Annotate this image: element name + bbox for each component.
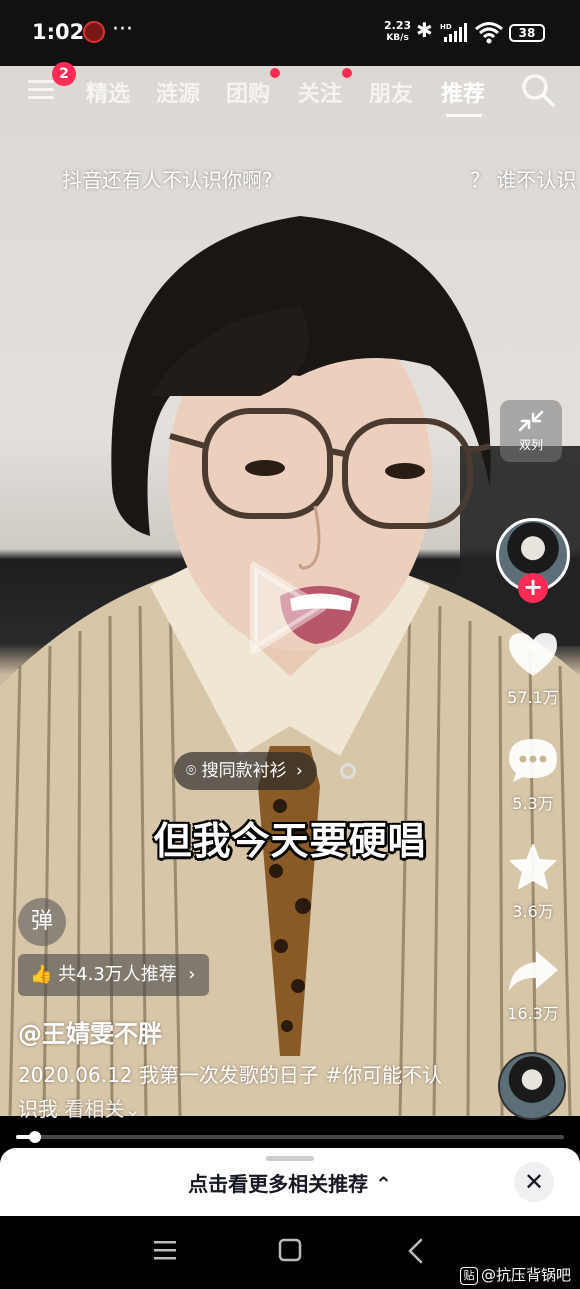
like-count: 57.1万 — [507, 688, 559, 707]
see-related-link[interactable]: 看相关 — [64, 1097, 124, 1121]
recommend-label: 共4.3万人推荐 — [58, 964, 177, 985]
status-more-icon: ··· — [112, 17, 133, 42]
status-time: 1:02 — [32, 20, 85, 44]
thumbs-up-icon: 👍 — [30, 964, 53, 985]
tab-label: 精选 — [86, 82, 131, 107]
share-count: 16.3万 — [507, 1004, 559, 1023]
tab-label: 关注 — [298, 82, 343, 107]
comment-button[interactable]: 5.3万 — [500, 736, 566, 814]
watermark: 贴 @抗压背锅吧 — [460, 1264, 571, 1285]
like-button[interactable]: 57.1万 — [500, 630, 566, 708]
danmaku-button[interactable]: 弹 — [18, 898, 66, 946]
tab-unread-dot — [270, 68, 281, 78]
tab-label: 团购 — [226, 82, 271, 107]
wifi-icon — [475, 22, 503, 44]
tab-jingxuan[interactable]: 精选 — [86, 76, 130, 108]
battery-indicator: 38 — [509, 24, 545, 42]
watermark-text: @抗压背锅吧 — [481, 1266, 572, 1284]
share-button[interactable]: 16.3万 — [500, 948, 566, 1024]
chevron-right-icon: › — [296, 761, 303, 781]
network-rate-unit: KB/s — [386, 33, 409, 43]
share-icon — [509, 951, 558, 991]
comment-icon — [509, 739, 557, 782]
network-rate-value: 2.23 — [384, 19, 412, 32]
tab-lianyuan[interactable]: 涟源 — [156, 76, 200, 108]
chevron-right-icon: › — [182, 964, 196, 985]
follow-plus-button[interactable]: + — [518, 573, 548, 603]
menu-badge: 2 — [52, 62, 76, 86]
tab-unread-dot — [342, 68, 353, 78]
music-disc[interactable] — [498, 1052, 566, 1120]
tab-label: 朋友 — [369, 82, 414, 107]
watermark-badge: 贴 — [460, 1267, 478, 1285]
search-chip-label: 搜同款衬衫 — [201, 761, 287, 781]
lyric-subtitle-left: 抖音还有人不认识你啊? — [62, 168, 273, 192]
menu-icon[interactable] — [28, 80, 54, 102]
heart-icon — [509, 633, 557, 676]
tab-label: 推荐 — [441, 82, 486, 107]
chevron-down-icon: ⌄ — [124, 1097, 142, 1121]
scan-icon: ⌾ — [186, 761, 197, 781]
network-rate: 2.23 KB/s — [384, 20, 411, 44]
close-icon[interactable]: ✕ — [514, 1162, 554, 1202]
search-icon[interactable] — [520, 72, 556, 108]
back-icon[interactable] — [404, 1238, 428, 1264]
progress-knob[interactable] — [29, 1131, 42, 1143]
chip-indicator-dot — [340, 763, 356, 779]
dual-column-label: 双列 — [518, 438, 543, 452]
recommend-pill[interactable]: 👍 共4.3万人推荐 › — [18, 954, 210, 996]
search-same-shirt-chip[interactable]: ⌾ 搜同款衬衫 › — [174, 752, 317, 790]
tab-label: 涟源 — [156, 82, 201, 107]
sheet-prompt-label: 点击看更多相关推荐 — [188, 1172, 369, 1196]
play-icon[interactable] — [248, 560, 328, 656]
lyric-subtitle-right: ？ 谁不认识 — [470, 168, 577, 192]
active-tab-indicator — [446, 114, 482, 117]
related-recommend-sheet[interactable]: 点击看更多相关推荐 ⌃ ✕ — [0, 1148, 580, 1216]
video-caption: 但我今天要硬唱 — [153, 819, 427, 863]
progress-bar[interactable] — [16, 1131, 564, 1143]
video-description: 2020.06.12 我第一次发歌的日子 #你可能不认识我 看相关⌄ — [18, 1058, 458, 1126]
signal-icon: HD — [440, 23, 467, 42]
dual-column-button[interactable]: 双列 — [500, 400, 562, 462]
tab-guanzhu[interactable]: 关注 — [298, 68, 353, 108]
tab-tuangou[interactable]: 团购 — [226, 68, 281, 108]
collapse-icon — [518, 410, 544, 432]
favorite-count: 3.6万 — [512, 902, 554, 921]
svg-text:HD: HD — [440, 23, 452, 31]
recent-apps-icon[interactable] — [152, 1238, 178, 1262]
author-name[interactable]: @王婧雯不胖 — [18, 1014, 162, 1049]
tab-pengyou[interactable]: 朋友 — [369, 76, 413, 108]
bluetooth-icon: ✱ — [416, 18, 433, 42]
tab-tuijian[interactable]: 推荐 — [441, 76, 485, 108]
chevron-up-icon: ⌃ — [375, 1172, 392, 1196]
sheet-prompt[interactable]: 点击看更多相关推荐 ⌃ — [0, 1168, 580, 1197]
home-icon[interactable] — [278, 1238, 302, 1262]
sheet-handle[interactable] — [266, 1156, 314, 1161]
notification-app-icon — [83, 21, 105, 43]
status-bar: 1:02 ··· 2.23 KB/s ✱ HD 38 — [0, 0, 580, 66]
